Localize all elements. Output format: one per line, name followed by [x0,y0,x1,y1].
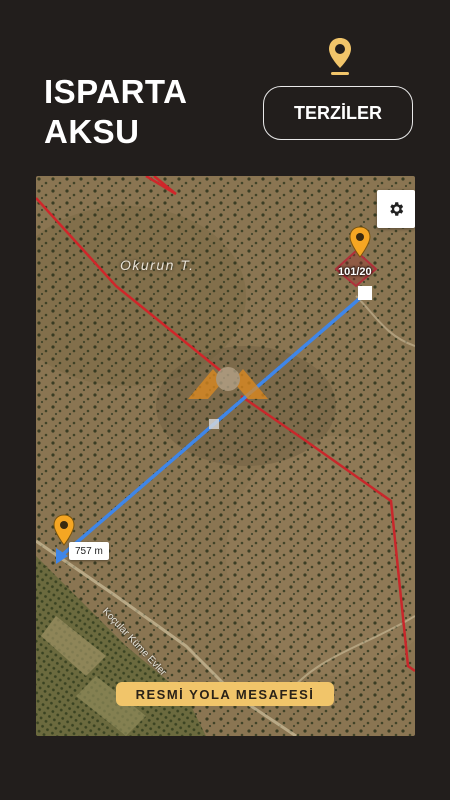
parcel-number: 101/20 [338,266,372,278]
map-pin-icon[interactable] [349,226,371,258]
map-canvas [36,176,415,736]
title-district: AKSU [44,113,140,150]
distance-label: 757 m [69,542,109,560]
settings-button[interactable] [377,190,415,228]
satellite-map[interactable]: Okurun T. Koçular Küme Evler 101/20 757 … [36,176,415,736]
gear-icon [390,202,404,216]
place-label: Okurun T. [120,257,195,273]
page-title: ISPARTA AKSU [44,72,187,152]
map-pin-icon [329,38,351,75]
category-button[interactable]: TERZİLER [263,86,413,140]
distance-banner: RESMİ YOLA MESAFESİ [116,682,334,706]
title-province: ISPARTA [44,73,188,110]
